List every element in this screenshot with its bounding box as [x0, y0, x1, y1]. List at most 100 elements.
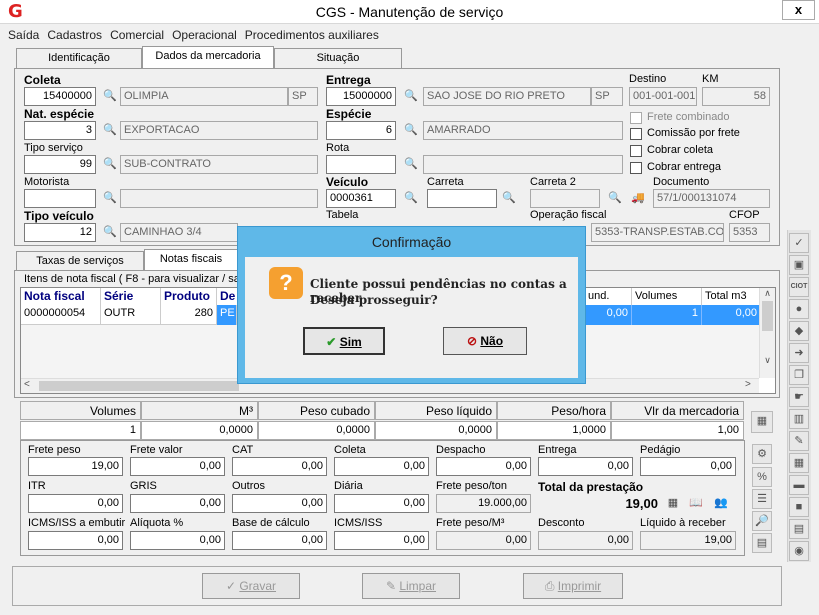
- gris-input[interactable]: 0,00: [130, 494, 225, 513]
- especie-input[interactable]: 6: [326, 121, 396, 140]
- nat-especie-search-icon[interactable]: 🔍: [101, 121, 119, 140]
- rota-search-icon[interactable]: 🔍: [402, 155, 420, 174]
- scroll-left-icon[interactable]: <: [24, 379, 30, 390]
- entrega-code-input[interactable]: 15000000: [326, 87, 396, 106]
- calendar-icon[interactable]: ▣: [789, 255, 809, 275]
- nao-button[interactable]: ⊘ Não: [443, 327, 527, 355]
- table-icon[interactable]: ▦: [664, 494, 682, 513]
- tipo-veiculo-input[interactable]: 12: [24, 223, 96, 242]
- col-nota-fiscal[interactable]: Nota fiscal: [21, 288, 101, 305]
- menu-cadastros[interactable]: Cadastros: [47, 26, 102, 44]
- tab-situacao[interactable]: Situação: [274, 48, 402, 68]
- people-icon[interactable]: 👥: [712, 494, 730, 513]
- eraser-icon[interactable]: ◆: [789, 321, 809, 341]
- frete-combinado-checkbox[interactable]: [630, 112, 642, 124]
- col-und[interactable]: und.: [585, 288, 632, 305]
- search-doc-icon[interactable]: 🔎: [752, 511, 772, 531]
- truck-list-icon[interactable]: ▥: [789, 409, 809, 429]
- cobrar-entrega-checkbox[interactable]: [630, 162, 642, 174]
- sum-peso-cubado-value: 0,0000: [258, 421, 375, 440]
- cobrar-coleta-checkbox[interactable]: [630, 145, 642, 157]
- scroll-right-icon[interactable]: >: [745, 379, 751, 390]
- vertical-scroll-thumb[interactable]: [762, 301, 773, 331]
- check-green-icon: ✔: [326, 335, 340, 349]
- menu-procedimentos[interactable]: Procedimentos auxiliares: [245, 26, 379, 44]
- entrega-search-icon[interactable]: 🔍: [402, 87, 420, 106]
- col-descricao[interactable]: De: [217, 288, 237, 305]
- check-icon[interactable]: ✓: [789, 233, 809, 253]
- close-button[interactable]: x: [782, 0, 815, 20]
- gravar-button[interactable]: ✓ Gravar: [202, 573, 300, 599]
- frete-peso-label: Frete peso: [28, 444, 81, 456]
- tab-taxas-servicos[interactable]: Taxas de serviços: [16, 251, 144, 271]
- imprimir-button[interactable]: ⎙ Imprimir: [523, 573, 623, 599]
- copy-icon[interactable]: ❐: [789, 365, 809, 385]
- entrega-charge-input[interactable]: 0,00: [538, 457, 633, 476]
- box-icon[interactable]: ■: [789, 497, 809, 517]
- limpar-button[interactable]: ✎ Limpar: [362, 573, 460, 599]
- icms-embutir-input[interactable]: 0,00: [28, 531, 123, 550]
- outros-input[interactable]: 0,00: [232, 494, 327, 513]
- settings-icon[interactable]: ⚙: [752, 444, 772, 464]
- carreta-search-icon[interactable]: 🔍: [500, 189, 518, 208]
- horizontal-scroll-thumb[interactable]: [39, 381, 239, 391]
- col-total-m3[interactable]: Total m3: [702, 288, 757, 305]
- calculator-icon[interactable]: ▦: [751, 411, 773, 433]
- tipo-servico-search-icon[interactable]: 🔍: [101, 155, 119, 174]
- table-row-right[interactable]: 0,00 1 0,00: [585, 305, 760, 325]
- doc-icon[interactable]: ▤: [752, 533, 772, 553]
- book-icon[interactable]: 📖: [687, 494, 705, 513]
- nat-especie-input[interactable]: 3: [24, 121, 96, 140]
- coleta-charge-input[interactable]: 0,00: [334, 457, 429, 476]
- book-stack-icon[interactable]: ▤: [789, 519, 809, 539]
- veiculo-input[interactable]: 0000361: [326, 189, 396, 208]
- itr-input[interactable]: 0,00: [28, 494, 123, 513]
- rota-input[interactable]: [326, 155, 396, 174]
- aliquota-input[interactable]: 0,00: [130, 531, 225, 550]
- coleta-code-input[interactable]: 15400000: [24, 87, 96, 106]
- coleta-search-icon[interactable]: 🔍: [101, 87, 119, 106]
- tipo-veiculo-search-icon[interactable]: 🔍: [101, 223, 119, 242]
- globe-icon[interactable]: ◉: [789, 541, 809, 561]
- especie-search-icon[interactable]: 🔍: [402, 121, 420, 140]
- operacao-fiscal-label: Operação fiscal: [530, 209, 607, 221]
- menu-operacional[interactable]: Operacional: [172, 26, 237, 44]
- col-produto[interactable]: Produto: [161, 288, 217, 305]
- cat-input[interactable]: 0,00: [232, 457, 327, 476]
- despacho-input[interactable]: 0,00: [436, 457, 531, 476]
- truck-side-icon[interactable]: ▬: [789, 475, 809, 495]
- tab-dados-mercadoria[interactable]: Dados da mercadoria: [142, 46, 274, 68]
- col-serie[interactable]: Série: [101, 288, 161, 305]
- circle-icon[interactable]: ●: [789, 299, 809, 319]
- vertical-scrollbar[interactable]: ∧ ∨: [759, 288, 775, 378]
- hand-icon[interactable]: ☛: [789, 387, 809, 407]
- percent-icon[interactable]: %: [752, 467, 772, 487]
- ciot-icon[interactable]: CIOT: [789, 277, 809, 297]
- comissao-checkbox[interactable]: [630, 128, 642, 140]
- edit-icon[interactable]: ✎: [789, 431, 809, 451]
- gris-label: GRIS: [130, 480, 157, 492]
- carreta2-search-icon[interactable]: 🔍: [606, 189, 624, 208]
- carreta-input[interactable]: [427, 189, 497, 208]
- sim-button[interactable]: ✔ Sim: [303, 327, 385, 355]
- icms-iss-input[interactable]: 0,00: [334, 531, 429, 550]
- motorista-search-icon[interactable]: 🔍: [101, 189, 119, 208]
- col-volumes[interactable]: Volumes: [632, 288, 702, 305]
- tab-notas-fiscais[interactable]: Notas fiscais: [144, 249, 238, 271]
- frete-peso-input[interactable]: 19,00: [28, 457, 123, 476]
- pedagio-input[interactable]: 0,00: [640, 457, 736, 476]
- base-calculo-input[interactable]: 0,00: [232, 531, 327, 550]
- menu-saida[interactable]: Saída: [8, 26, 39, 44]
- veiculo-search-icon[interactable]: 🔍: [402, 189, 420, 208]
- table-row[interactable]: 0000000054 OUTR 280 PE: [21, 305, 237, 325]
- menu-comercial[interactable]: Comercial: [110, 26, 164, 44]
- diaria-input[interactable]: 0,00: [334, 494, 429, 513]
- report-icon[interactable]: ▦: [789, 453, 809, 473]
- truck-icon[interactable]: 🚚: [629, 189, 647, 208]
- tab-identificacao[interactable]: Identificação: [16, 48, 142, 68]
- list-icon[interactable]: ☰: [752, 489, 772, 509]
- arrow-doc-icon[interactable]: ➜: [789, 343, 809, 363]
- motorista-input[interactable]: [24, 189, 96, 208]
- tipo-servico-input[interactable]: 99: [24, 155, 96, 174]
- frete-valor-input[interactable]: 0,00: [130, 457, 225, 476]
